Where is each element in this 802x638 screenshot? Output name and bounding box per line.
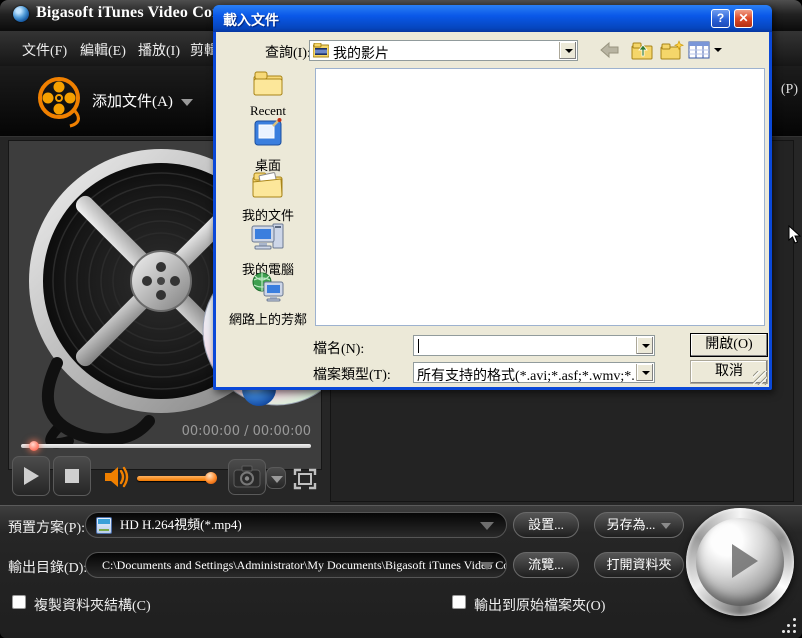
view-menu-icon[interactable] — [688, 40, 710, 60]
dialog-resize-grip[interactable] — [753, 371, 767, 385]
computer-icon — [251, 222, 285, 252]
browse-label: 流覽... — [528, 557, 564, 572]
play-button[interactable] — [12, 456, 50, 496]
dialog-title: 載入文件 — [223, 10, 279, 30]
output-dir-value: C:\Documents and Settings\Administrator\… — [102, 558, 507, 572]
resize-grip[interactable] — [782, 618, 798, 634]
seek-knob[interactable] — [29, 441, 39, 451]
filename-input[interactable] — [413, 335, 655, 356]
view-menu-dropdown-arrow[interactable] — [714, 48, 722, 52]
open-folder-label: 打開資料夾 — [606, 557, 671, 572]
time-display: 00:00:00 / 00:00:00 — [182, 424, 311, 439]
filename-label: 檔名(N): — [313, 338, 364, 358]
snapshot-options-button[interactable] — [266, 467, 286, 489]
filetype-label: 檔案類型(T): — [313, 364, 391, 384]
place-desktop[interactable]: 桌面 — [224, 118, 312, 174]
dialog-body: 查詢(I): 我的影片 — [216, 32, 769, 387]
output-panel: 預置方案(P): HD H.264視頻(*.mp4) 設置... 另存為... … — [0, 505, 802, 638]
place-recent[interactable]: Recent — [224, 70, 312, 119]
output-dir-combobox[interactable]: C:\Documents and Settings\Administrator\… — [85, 552, 507, 578]
filetype-dropdown-arrow[interactable] — [636, 364, 653, 381]
place-label: Recent — [224, 103, 312, 119]
output-dir-label: 輸出目錄(D): — [8, 557, 87, 577]
dialog-titlebar[interactable]: 載入文件 ? ✕ — [213, 5, 772, 32]
preset-combobox[interactable]: HD H.264視頻(*.mp4) — [85, 512, 507, 538]
copy-structure-checkbox[interactable] — [12, 595, 26, 609]
network-icon — [251, 272, 285, 302]
stop-icon — [65, 469, 79, 483]
convert-button-face — [696, 518, 784, 606]
preset-file-icon — [96, 517, 112, 534]
help-button[interactable]: ? — [711, 9, 730, 28]
stop-button[interactable] — [53, 456, 91, 496]
menu-edit[interactable]: 編輯(E) — [80, 40, 126, 60]
convert-button[interactable] — [686, 508, 794, 616]
save-as-label: 另存為... — [607, 517, 656, 532]
open-button[interactable]: 開啟(O) — [690, 333, 768, 357]
new-folder-icon[interactable] — [660, 40, 684, 60]
save-as-button[interactable]: 另存為... — [594, 512, 684, 538]
settings-label: 設置... — [528, 517, 564, 532]
preset-label: 預置方案(P): — [8, 517, 85, 537]
add-files-button[interactable]: 添加文件(A) — [92, 90, 193, 111]
app-window: Bigasoft iTunes Video Converter 文件(F) 編輯… — [0, 0, 802, 638]
output-original-checkbox[interactable] — [452, 595, 466, 609]
profile-button-partial[interactable]: (P) — [781, 82, 798, 98]
load-file-dialog: 載入文件 ? ✕ 查詢(I): 我的影片 — [213, 5, 772, 390]
film-reel-icon — [34, 74, 88, 130]
chevron-down-icon — [661, 523, 671, 529]
output-original-label: 輸出到原始檔案夾(O) — [474, 595, 605, 615]
preset-value: HD H.264視頻(*.mp4) — [120, 517, 242, 532]
play-icon — [732, 544, 758, 578]
documents-folder-icon — [252, 170, 284, 198]
copy-structure-label: 複製資料夾結構(C) — [34, 595, 151, 615]
desktop-icon — [253, 118, 283, 148]
filename-dropdown-arrow[interactable] — [636, 337, 653, 354]
chevron-down-icon — [181, 99, 193, 106]
place-network[interactable]: 網路上的芳鄰 — [224, 272, 312, 328]
volume-slider[interactable] — [137, 476, 213, 481]
camera-icon — [229, 460, 265, 494]
close-icon[interactable]: ✕ — [734, 9, 753, 28]
settings-button[interactable]: 設置... — [513, 512, 579, 538]
browse-button[interactable]: 流覽... — [513, 552, 579, 578]
menu-play[interactable]: 播放(I) — [138, 40, 180, 60]
video-folder-icon — [313, 43, 329, 58]
file-list[interactable] — [315, 68, 765, 326]
place-label: 網路上的芳鄰 — [224, 309, 312, 328]
add-files-label: 添加文件(A) — [92, 94, 173, 110]
place-my-documents[interactable]: 我的文件 — [224, 170, 312, 224]
speaker-icon[interactable] — [103, 464, 133, 490]
filetype-combobox[interactable]: 所有支持的格式(*.avi;*.asf;*.wmv;*.mp4;*.m — [413, 362, 655, 383]
up-folder-icon[interactable] — [631, 40, 653, 60]
app-logo-icon — [13, 6, 29, 22]
play-icon — [24, 467, 39, 485]
chevron-down-icon — [480, 562, 494, 570]
lookin-combobox[interactable]: 我的影片 — [309, 40, 578, 61]
lookin-dropdown-arrow[interactable] — [559, 42, 576, 59]
menu-file[interactable]: 文件(F) — [22, 40, 67, 60]
text-caret — [418, 339, 419, 353]
mouse-cursor — [788, 225, 802, 245]
open-folder-button[interactable]: 打開資料夾 — [594, 552, 684, 578]
chevron-down-icon — [480, 522, 494, 530]
fullscreen-icon[interactable] — [292, 467, 318, 491]
back-arrow-icon[interactable] — [598, 40, 622, 60]
lookin-label: 查詢(I): — [265, 42, 311, 62]
chevron-down-icon — [271, 476, 283, 483]
folder-icon — [253, 70, 283, 96]
place-my-computer[interactable]: 我的電腦 — [224, 222, 312, 278]
lookin-value: 我的影片 — [333, 43, 389, 63]
filetype-value: 所有支持的格式(*.avi;*.asf;*.wmv;*.mp4;*.m — [417, 365, 635, 385]
seek-slider[interactable] — [21, 444, 311, 448]
snapshot-button[interactable] — [228, 459, 266, 495]
volume-knob[interactable] — [205, 472, 217, 484]
